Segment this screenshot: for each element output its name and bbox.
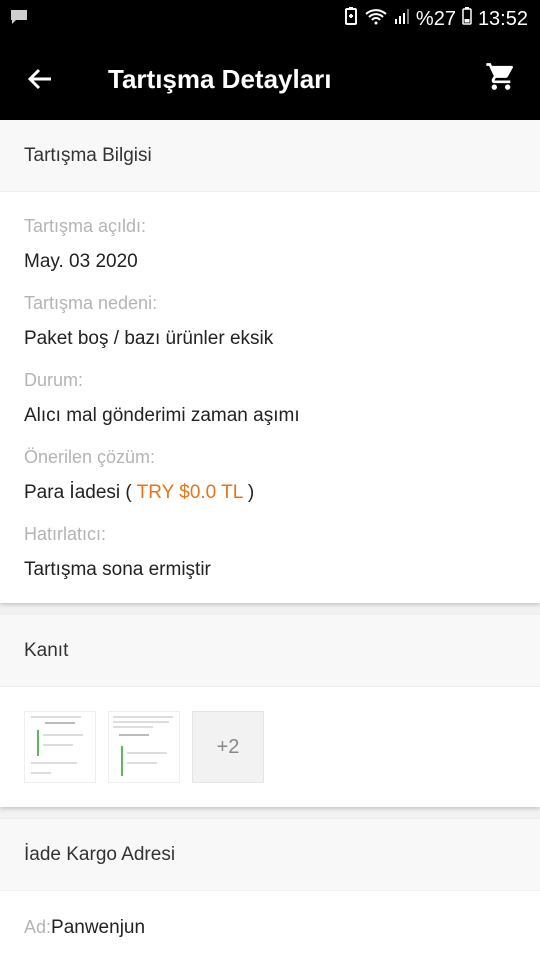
battery-saver-icon <box>344 7 358 31</box>
return-address-card: İade Kargo Adresi Ad:Panwenjun <box>0 819 540 963</box>
refund-suffix: ) <box>242 482 255 503</box>
field-label: Önerilen çözüm: <box>24 447 156 467</box>
field-value: Alıcı mal gönderimi zaman aşımı <box>24 405 300 426</box>
field-label: Tartışma nedeni: <box>24 293 158 313</box>
evidence-header: Kanıt <box>0 615 540 687</box>
evidence-thumbnail[interactable] <box>24 711 96 783</box>
field-label: Tartışma açıldı: <box>24 216 147 236</box>
field-opened: Tartışma açıldı: May. 03 2020 <box>24 216 516 273</box>
dispute-info-card: Tartışma Bilgisi Tartışma açıldı: May. 0… <box>0 120 540 603</box>
field-value: Para İadesi ( TRY $0.0 TL ) <box>24 482 516 504</box>
field-solution: Önerilen çözüm: Para İadesi ( TRY $0.0 T… <box>24 447 516 504</box>
refund-amount: TRY $0.0 TL <box>136 482 243 503</box>
return-address-header: İade Kargo Adresi <box>0 819 540 891</box>
evidence-thumbnail[interactable] <box>108 711 180 783</box>
evidence-thumbnails: +2 <box>0 687 540 807</box>
battery-icon <box>462 7 472 31</box>
message-notification-icon <box>10 9 28 30</box>
address-body: Ad:Panwenjun <box>0 891 540 963</box>
dispute-info-header: Tartışma Bilgisi <box>0 120 540 192</box>
status-bar: %27 13:52 <box>0 0 540 38</box>
app-bar: Tartışma Detayları <box>0 38 540 120</box>
battery-percent: %27 <box>415 7 456 30</box>
field-value: May. 03 2020 <box>24 251 138 272</box>
field-value: Paket boş / bazı ürünler eksik <box>24 328 274 349</box>
more-evidence-button[interactable]: +2 <box>192 711 264 783</box>
signal-icon <box>394 7 410 31</box>
cart-button[interactable] <box>484 61 518 98</box>
evidence-card: Kanıt +2 <box>0 615 540 807</box>
back-button[interactable] <box>0 38 80 120</box>
name-value: Panwenjun <box>51 917 146 938</box>
field-reason: Tartışma nedeni: Paket boş / bazı ürünle… <box>24 293 516 350</box>
page-title: Tartışma Detayları <box>108 63 332 94</box>
field-label: Hatırlatıcı: <box>24 524 107 544</box>
shopping-cart-icon <box>486 63 513 90</box>
field-value: Tartışma sona ermiştir <box>24 559 211 580</box>
field-status: Durum: Alıcı mal gönderimi zaman aşımı <box>24 370 516 427</box>
wifi-icon <box>364 7 388 31</box>
field-label: Durum: <box>24 370 84 390</box>
arrow-left-icon <box>27 68 51 90</box>
clock: 13:52 <box>477 7 528 30</box>
name-label: Ad: <box>24 917 52 937</box>
field-reminder: Hatırlatıcı: Tartışma sona ermiştir <box>24 524 516 581</box>
refund-text: Para İadesi ( <box>24 482 137 503</box>
